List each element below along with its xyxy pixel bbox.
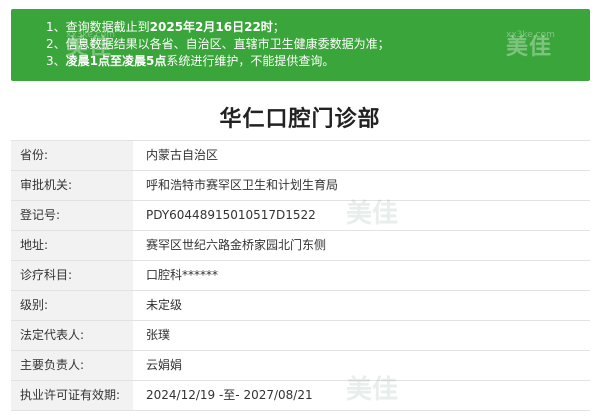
field-value: 内蒙古自治区 bbox=[133, 141, 590, 170]
field-label: 诊疗科目: bbox=[11, 261, 133, 290]
brand-watermark-left-url: xx3ke.com bbox=[66, 30, 115, 40]
table-row-departments: 诊疗科目: 口腔科****** bbox=[11, 261, 590, 291]
field-value: 张璞 bbox=[133, 321, 590, 350]
field-label: 登记号: bbox=[11, 201, 133, 230]
table-row-legal-rep: 法定代表人: 张璞 bbox=[11, 321, 590, 351]
field-label: 法定代表人: bbox=[11, 321, 133, 350]
page-title: 华仁口腔门诊部 bbox=[219, 107, 381, 132]
table-row-license-validity: 执业许可证有效期: 2024/12/19 -至- 2027/08/21 bbox=[11, 381, 590, 411]
table-row-address: 地址: 赛罕区世纪六路金桥家园北门东侧 bbox=[11, 231, 590, 261]
field-label: 主要负责人: bbox=[11, 351, 133, 380]
field-label: 审批机关: bbox=[11, 171, 133, 200]
notice-line-3-prefix: 3、 bbox=[46, 54, 66, 68]
table-row-authority: 审批机关: 呼和浩特市赛罕区卫生和计划生育局 bbox=[11, 171, 590, 201]
table-row-principal: 主要负责人: 云娟娟 bbox=[11, 351, 590, 381]
table-row-level: 级别: 未定级 bbox=[11, 291, 590, 321]
notice-line-1-date: 2025年2月16日22时 bbox=[149, 20, 273, 34]
field-value: PDY60448915010517D1522 bbox=[133, 201, 590, 230]
field-value: 口腔科****** bbox=[133, 261, 590, 290]
clinic-info-table: 省份: 内蒙古自治区 审批机关: 呼和浩特市赛罕区卫生和计划生育局 登记号: P… bbox=[11, 140, 590, 411]
field-label: 级别: bbox=[11, 291, 133, 320]
notice-line-3-suffix: 系统进行维护，不能提供查询。 bbox=[166, 54, 335, 68]
notice-line-1-suffix: ； bbox=[272, 20, 285, 34]
field-label: 地址: bbox=[11, 231, 133, 260]
field-value: 呼和浩特市赛罕区卫生和计划生育局 bbox=[133, 171, 590, 200]
notice-banner: 1、查询数据截止到2025年2月16日22时； 2、信息数据结果以各省、自治区、… bbox=[11, 9, 590, 81]
field-value: 云娟娟 bbox=[133, 351, 590, 380]
field-value: 2024/12/19 -至- 2027/08/21 bbox=[133, 381, 590, 410]
field-label: 执业许可证有效期: bbox=[11, 381, 133, 410]
field-value: 赛罕区世纪六路金桥家园北门东侧 bbox=[133, 231, 590, 260]
field-value: 未定级 bbox=[133, 291, 590, 320]
brand-watermark-url: xx3ke.com bbox=[506, 30, 555, 40]
table-row-province: 省份: 内蒙古自治区 bbox=[11, 141, 590, 171]
field-label: 省份: bbox=[11, 141, 133, 170]
table-row-registration: 登记号: PDY60448915010517D1522 bbox=[11, 201, 590, 231]
